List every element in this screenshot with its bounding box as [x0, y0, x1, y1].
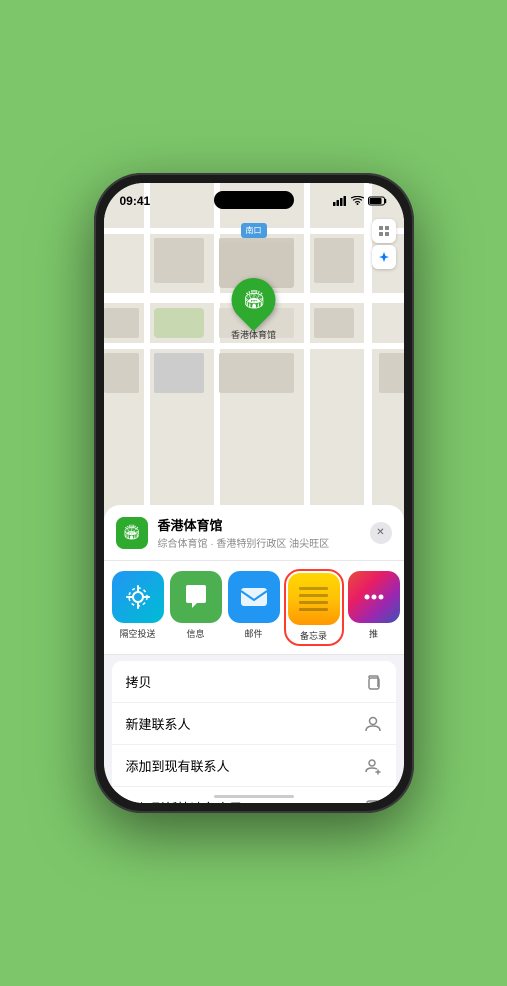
- status-time: 09:41: [120, 194, 151, 208]
- action-new-contact[interactable]: 新建联系人: [112, 703, 396, 745]
- location-button[interactable]: [372, 245, 396, 269]
- share-airdrop[interactable]: 隔空投送: [112, 571, 164, 644]
- signal-icon: [333, 196, 347, 206]
- action-add-contact-label: 添加到现有联系人: [126, 756, 230, 775]
- action-quick-note-label: 添加到新快速备忘录: [126, 798, 243, 803]
- status-icons: [333, 196, 388, 206]
- bottom-sheet: 🏟 香港体育馆 综合体育馆 · 香港特别行政区 油尖旺区 ✕: [104, 505, 404, 803]
- map-type-button[interactable]: [372, 219, 396, 243]
- airdrop-icon: [124, 583, 152, 611]
- action-copy[interactable]: 拷贝: [112, 661, 396, 703]
- map-area: 南口 🏟 香港体育馆: [104, 183, 404, 543]
- share-more[interactable]: 推: [348, 571, 400, 644]
- action-copy-label: 拷贝: [126, 672, 152, 691]
- mail-label: 邮件: [244, 627, 262, 640]
- mail-icon: [239, 584, 269, 610]
- map-north-label: 南口: [241, 223, 267, 238]
- phone-screen: 09:41: [104, 183, 404, 803]
- phone-frame: 09:41: [94, 173, 414, 813]
- note-icon: [364, 799, 382, 803]
- person-icon: [364, 715, 382, 733]
- map-controls: [372, 219, 396, 269]
- location-pin: 🏟 香港体育馆: [231, 278, 276, 341]
- venue-bar: 🏟 香港体育馆 综合体育馆 · 香港特别行政区 油尖旺区 ✕: [104, 505, 404, 561]
- more-label: 推: [369, 627, 378, 640]
- share-notes[interactable]: 备忘录: [286, 571, 342, 644]
- share-row: 隔空投送 信息: [104, 561, 404, 655]
- venue-subtitle: 综合体育馆 · 香港特别行政区 油尖旺区: [158, 535, 360, 550]
- battery-icon: [368, 196, 388, 206]
- wifi-icon: [351, 196, 364, 206]
- venue-close-button[interactable]: ✕: [370, 522, 392, 544]
- venue-info: 香港体育馆 综合体育馆 · 香港特别行政区 油尖旺区: [158, 515, 360, 550]
- action-list: 拷贝 新建联系人 添加到现有联系人: [112, 661, 396, 803]
- messages-icon: [181, 582, 211, 612]
- share-mail[interactable]: 邮件: [228, 571, 280, 644]
- venue-name: 香港体育馆: [158, 515, 360, 534]
- messages-label: 信息: [186, 627, 204, 640]
- share-messages[interactable]: 信息: [170, 571, 222, 644]
- copy-icon: [364, 673, 382, 691]
- home-indicator: [214, 795, 294, 798]
- person-add-icon: [364, 757, 382, 775]
- dynamic-island: [214, 191, 294, 209]
- notes-label: 备忘录: [300, 629, 327, 642]
- airdrop-label: 隔空投送: [119, 627, 155, 640]
- more-dots-icon: [363, 586, 385, 608]
- action-add-contact[interactable]: 添加到现有联系人: [112, 745, 396, 787]
- action-new-contact-label: 新建联系人: [126, 714, 191, 733]
- venue-icon: 🏟: [116, 517, 148, 549]
